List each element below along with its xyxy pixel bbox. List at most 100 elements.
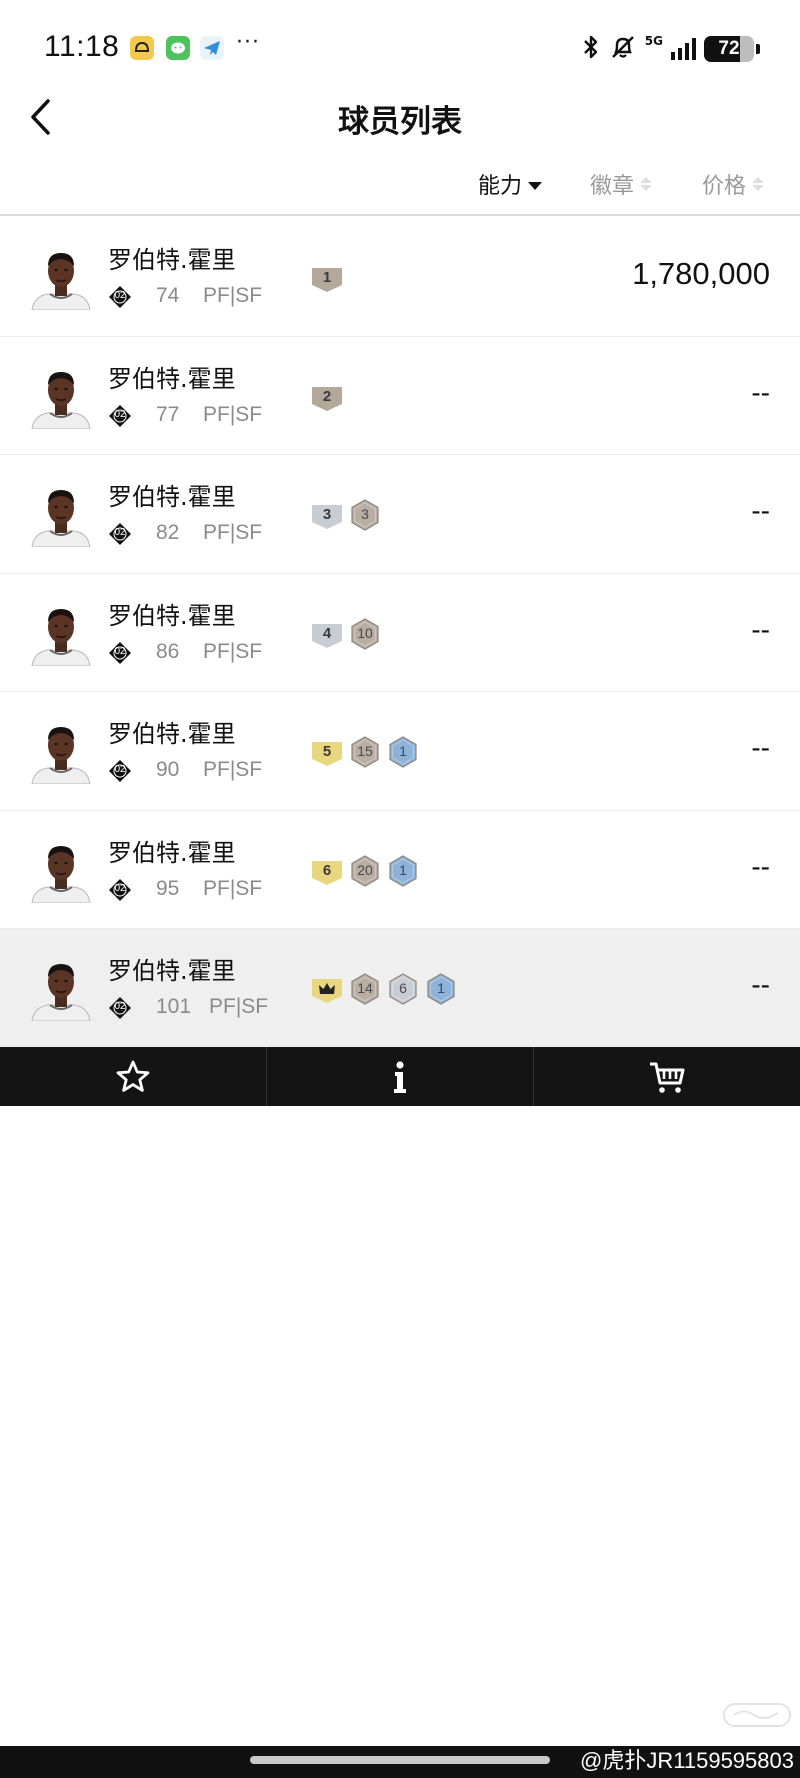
- player-position: PF|SF: [203, 521, 263, 544]
- player-avatar: [28, 244, 94, 311]
- badge-count-hex: 6: [386, 972, 420, 1006]
- crown-icon: [310, 972, 344, 1006]
- telegram-app-icon: [200, 36, 224, 60]
- badge-value: 20: [357, 861, 373, 878]
- evolution-level-badge: 4: [310, 617, 344, 651]
- player-avatar: [28, 363, 94, 429]
- player-avatar: [28, 718, 94, 785]
- more-notifications-indicator: ···: [236, 30, 260, 55]
- cart-button[interactable]: [534, 1047, 800, 1106]
- wechat-icon: [166, 36, 190, 60]
- player-avatar: [28, 481, 94, 548]
- badge-count-hex: 20: [348, 854, 382, 888]
- tier-label: 02: [114, 1001, 126, 1012]
- player-rating: 86: [156, 639, 180, 663]
- player-price: --: [751, 969, 770, 1000]
- badge-count-hex: 1: [424, 972, 458, 1006]
- action-toolbar: [0, 1047, 800, 1106]
- tier-diamond-icon: 02: [108, 404, 132, 428]
- player-row[interactable]: 罗伯特.霍里 02 77 PF|SF 2 --: [0, 337, 800, 455]
- player-row[interactable]: 罗伯特.霍里 02 82 PF|SF 3 3 --: [0, 455, 800, 574]
- tier-label: 02: [114, 645, 126, 657]
- network-type-label: 5G: [644, 34, 663, 48]
- player-price: --: [751, 850, 770, 882]
- badge-value: 1: [437, 980, 445, 996]
- player-name: 罗伯特.霍里: [108, 957, 236, 985]
- info-button[interactable]: [267, 1047, 534, 1106]
- badge-value: 4: [322, 624, 332, 642]
- badge-count-hex: 1: [386, 735, 420, 769]
- battery-tip: [756, 44, 760, 54]
- watermark-text: @虎扑JR1159595803: [580, 1748, 794, 1773]
- player-position: PF|SF: [203, 758, 263, 781]
- badge-value: 5: [322, 743, 332, 760]
- watermark-logo-icon: [722, 1700, 792, 1730]
- player-rating: 77: [156, 402, 180, 426]
- sort-label-ability: 能力: [478, 174, 523, 199]
- sort-label-badges: 徽章: [590, 174, 635, 199]
- badge-group: 33: [310, 495, 382, 535]
- sort-by-ability[interactable]: 能力: [478, 166, 543, 202]
- badge-count-hex: 10: [348, 617, 382, 651]
- sort-by-price[interactable]: 价格: [702, 166, 765, 202]
- badge-count-hex: 14: [348, 972, 382, 1006]
- tier-diamond-icon: 02: [108, 285, 132, 309]
- player-row[interactable]: 罗伯特.霍里 02 95 PF|SF 6 20 1 --: [0, 811, 800, 929]
- badge-group: 2: [310, 377, 344, 417]
- badge-value: 2: [322, 387, 332, 405]
- sort-toggle-icon: [640, 177, 653, 191]
- badge-value: 3: [322, 506, 332, 523]
- tier-label: 02: [114, 882, 126, 894]
- badge-group: 1: [310, 258, 344, 298]
- player-list: 罗伯特.霍里 02 74 PF|SF 1 1,780,000 罗伯特.霍里 02 77 PF|SF…: [0, 218, 800, 1048]
- badge-value: 6: [399, 980, 407, 996]
- sort-by-badges[interactable]: 徽章: [590, 166, 653, 202]
- player-rating: 95: [156, 876, 180, 900]
- info-icon: [394, 1060, 406, 1093]
- evolution-level-badge: 5: [310, 735, 344, 769]
- badge-value: 1: [399, 861, 407, 878]
- player-avatar: [28, 600, 94, 666]
- badge-group: 14 6 1: [310, 969, 458, 1009]
- page-title: 球员列表: [338, 104, 462, 140]
- battery-percent: 72: [718, 38, 740, 59]
- star-icon: [116, 1060, 150, 1092]
- sort-toggle-icon: [752, 177, 765, 191]
- badge-group: 5 15 1: [310, 732, 420, 772]
- tier-diamond-icon: 02: [108, 522, 132, 546]
- player-price: --: [751, 495, 770, 526]
- player-rating: 74: [156, 284, 180, 307]
- tier-label: 02: [114, 764, 126, 775]
- player-position: PF|SF: [209, 995, 269, 1018]
- signal-strength-icon: [671, 38, 696, 60]
- player-row[interactable]: 罗伯特.霍里 02 101 PF|SF 14 6 1 --: [0, 929, 800, 1048]
- player-rating: 82: [156, 521, 180, 544]
- badge-value: 1: [399, 743, 407, 759]
- favorite-button[interactable]: [0, 1047, 267, 1106]
- player-row[interactable]: 罗伯特.霍里 02 90 PF|SF 5 15 1 --: [0, 692, 800, 811]
- tier-label: 02: [114, 527, 126, 538]
- badge-value: 3: [361, 506, 369, 522]
- player-row[interactable]: 罗伯特.霍里 02 86 PF|SF 4 10 --: [0, 574, 800, 692]
- badge-value: 10: [357, 624, 373, 641]
- badge-value: 15: [357, 743, 373, 759]
- silent-bell-icon: [609, 34, 637, 64]
- sort-bar: 能力 徽章 价格: [0, 160, 800, 216]
- legend-tier-badge: [310, 972, 344, 1006]
- evolution-level-badge: 6: [310, 854, 344, 888]
- sort-desc-icon: [528, 182, 543, 190]
- evolution-level-badge: 3: [310, 498, 344, 532]
- player-name: 罗伯特.霍里: [108, 364, 236, 393]
- player-row[interactable]: 罗伯特.霍里 02 74 PF|SF 1 1,780,000: [0, 218, 800, 337]
- status-right-group: 5G 72: [581, 34, 760, 64]
- tier-diamond-icon: 02: [108, 878, 132, 902]
- home-indicator[interactable]: [250, 1756, 550, 1764]
- tier-label: 02: [114, 290, 126, 301]
- player-rating: 101: [156, 995, 192, 1018]
- player-position: PF|SF: [203, 284, 263, 307]
- player-name: 罗伯特.霍里: [108, 720, 236, 748]
- player-rating: 90: [156, 758, 180, 781]
- player-position: PF|SF: [203, 876, 263, 900]
- player-name: 罗伯特.霍里: [108, 246, 236, 274]
- badge-value: 6: [322, 861, 332, 879]
